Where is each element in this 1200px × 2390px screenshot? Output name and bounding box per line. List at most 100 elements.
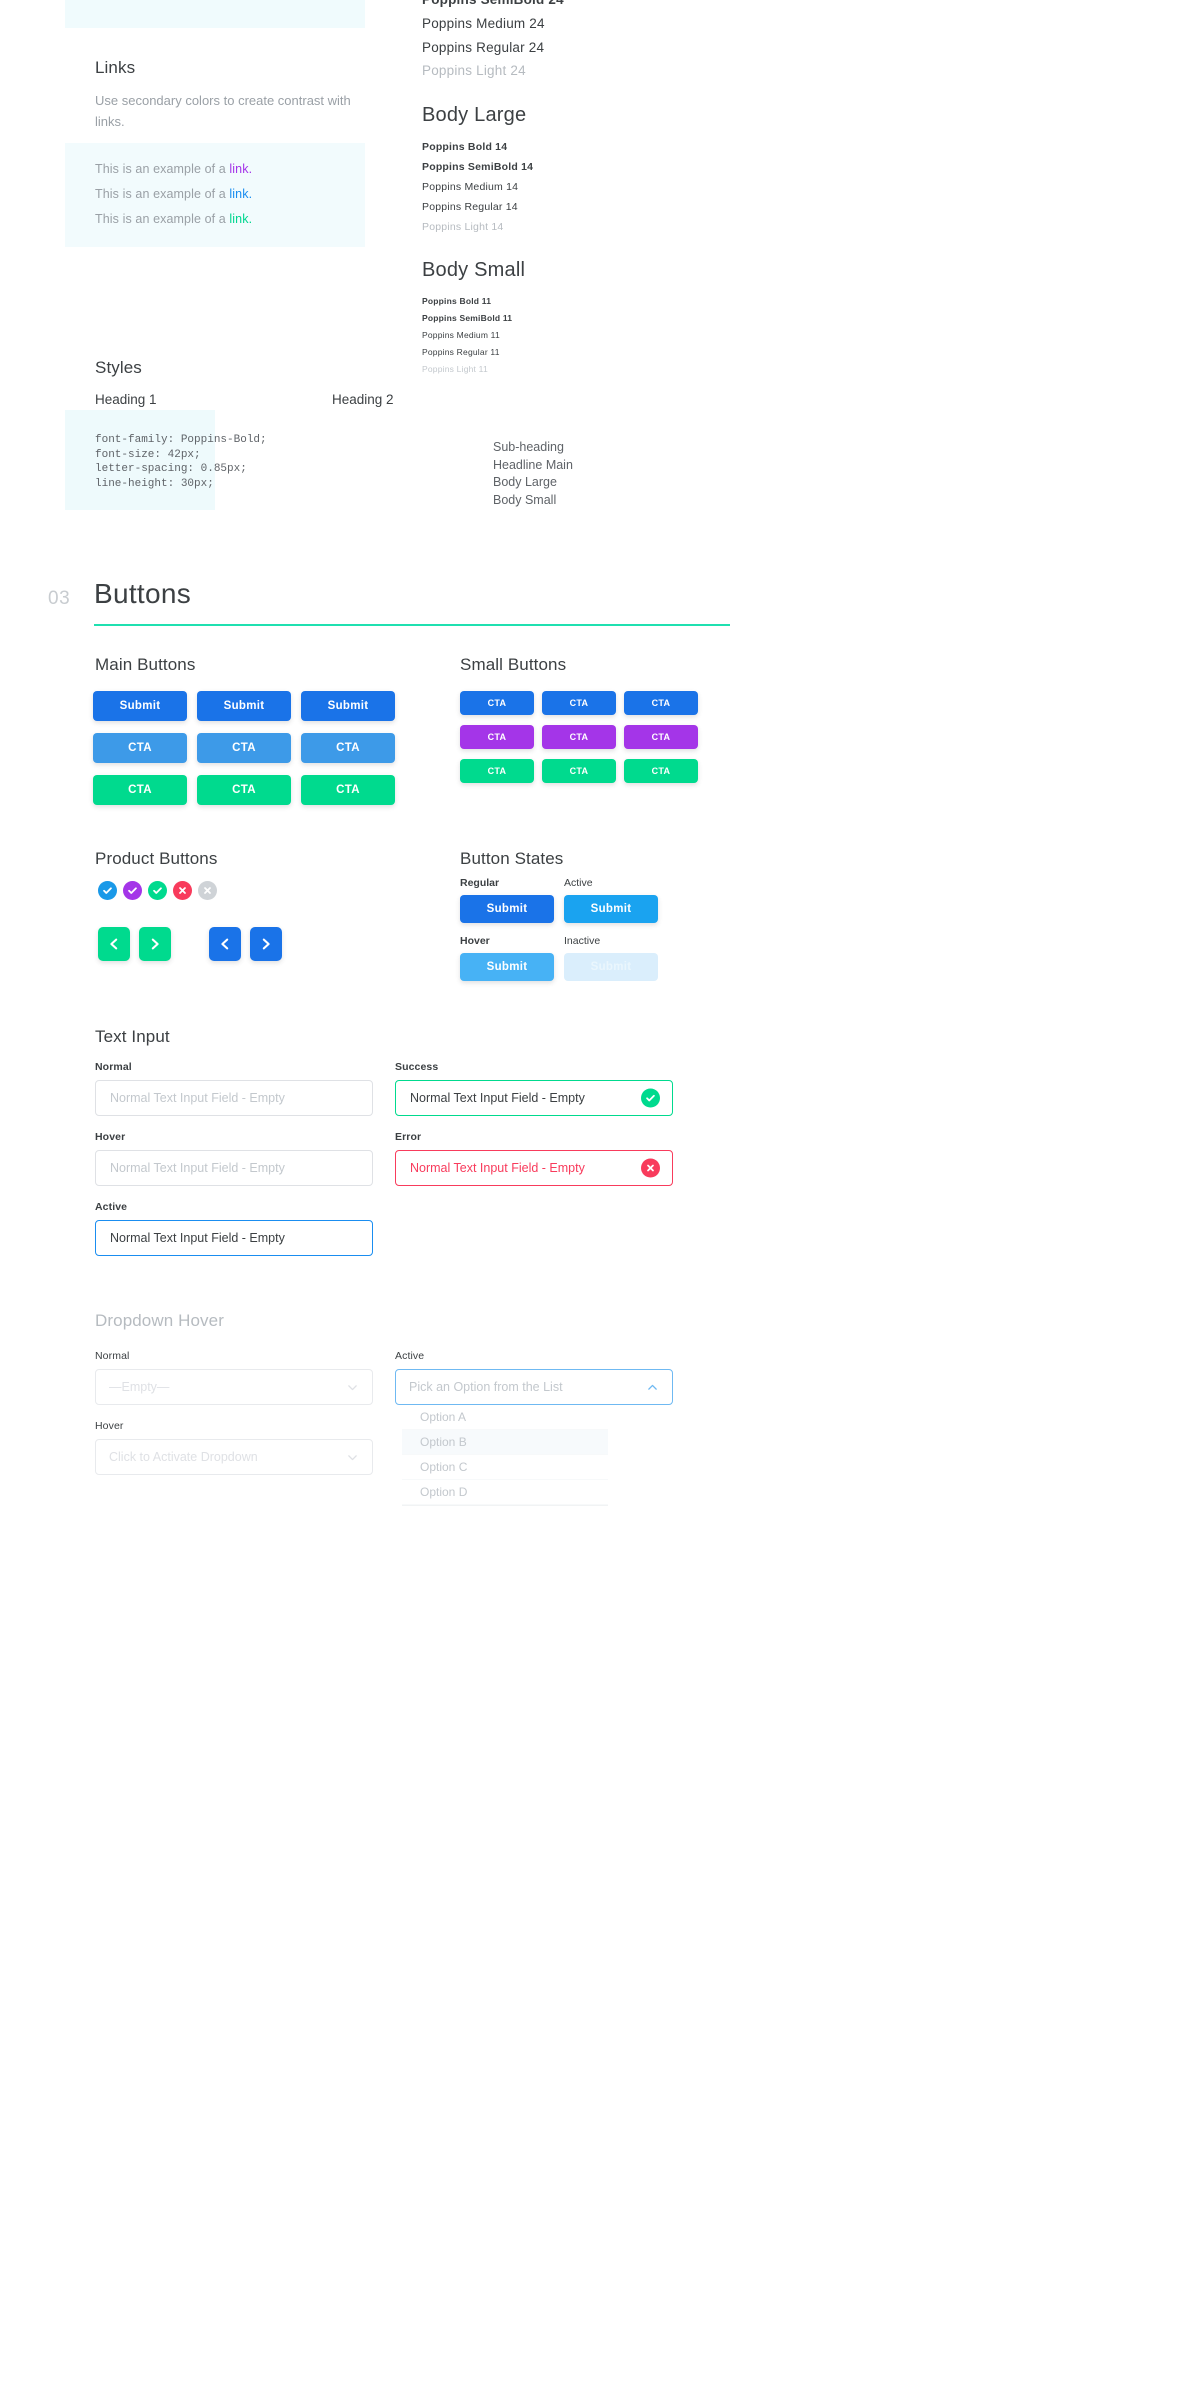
text-input-active[interactable]: Normal Text Input Field - Empty xyxy=(95,1220,373,1256)
check-circle-blue-icon[interactable] xyxy=(98,881,117,900)
dropdown-option[interactable]: Option C xyxy=(402,1455,608,1480)
main-buttons-title: Main Buttons xyxy=(95,655,196,674)
state-label-inactive: Inactive xyxy=(564,935,601,947)
x-circle-red-icon[interactable] xyxy=(173,881,192,900)
x-circle-gray-icon[interactable] xyxy=(198,881,217,900)
style-token-list: Sub-heading Headline Main Body Large Bod… xyxy=(493,440,573,507)
type-sample: Poppins Light 11 xyxy=(422,364,488,374)
check-circle-green-icon xyxy=(641,1088,660,1108)
heading2-label: Heading 2 xyxy=(332,392,394,407)
small-button-cta[interactable]: CTA xyxy=(624,691,698,715)
main-button-cta[interactable]: CTA xyxy=(197,733,291,763)
button-state-inactive: Inactive Submit xyxy=(564,935,658,981)
type-sample: Poppins Light 14 xyxy=(422,221,504,233)
dropdown-label-hover: Hover xyxy=(95,1420,124,1432)
text-input-hover[interactable]: Normal Text Input Field - Empty xyxy=(95,1150,373,1186)
dropdown-normal[interactable]: —Empty— xyxy=(95,1369,373,1405)
link-purple[interactable]: link. xyxy=(229,162,252,176)
field-group-hover: Hover Normal Text Input Field - Empty xyxy=(95,1131,373,1186)
dropdown-label-active: Active xyxy=(395,1350,425,1362)
link-example-row: This is an example of a link. xyxy=(95,212,252,226)
button-state-active: Active Submit xyxy=(564,877,658,923)
field-label-success: Success xyxy=(395,1061,439,1073)
chevron-down-icon xyxy=(348,1384,357,1390)
link-example-prefix: This is an example of a xyxy=(95,162,230,176)
chevron-left-blue-button[interactable] xyxy=(209,927,241,961)
small-button-cta[interactable]: CTA xyxy=(460,725,534,749)
chevron-right-green-button[interactable] xyxy=(139,927,171,961)
chevron-left-green-button[interactable] xyxy=(98,927,130,961)
main-button-submit[interactable]: Submit xyxy=(301,691,395,721)
product-icon-row xyxy=(98,881,217,900)
links-description: Use secondary colors to create contrast … xyxy=(95,93,351,129)
field-placeholder: Normal Text Input Field - Empty xyxy=(110,1161,285,1175)
text-input-error[interactable]: Normal Text Input Field - Empty xyxy=(395,1150,673,1186)
dropdown-option[interactable]: Option B xyxy=(402,1430,608,1455)
small-button-cta[interactable]: CTA xyxy=(460,759,534,783)
body-small-heading: Body Small xyxy=(422,259,526,281)
main-button-cta[interactable]: CTA xyxy=(301,733,395,763)
main-button-cta[interactable]: CTA xyxy=(197,775,291,805)
type-sample: Poppins Regular 14 xyxy=(422,201,518,213)
section-divider xyxy=(94,624,730,626)
state-button-regular[interactable]: Submit xyxy=(460,895,554,923)
small-button-cta[interactable]: CTA xyxy=(624,725,698,749)
heading1-label: Heading 1 xyxy=(95,392,157,407)
state-button-hover[interactable]: Submit xyxy=(460,953,554,981)
state-label-hover: Hover xyxy=(460,935,490,947)
check-circle-green-icon[interactable] xyxy=(148,881,167,900)
main-button-submit[interactable]: Submit xyxy=(197,691,291,721)
section-number: 03 xyxy=(48,588,71,609)
link-blue[interactable]: link. xyxy=(229,187,252,201)
button-state-hover: Hover Submit xyxy=(460,935,554,981)
type-sample: Poppins Medium 24 xyxy=(422,16,545,31)
main-button-submit[interactable]: Submit xyxy=(93,691,187,721)
small-buttons-title: Small Buttons xyxy=(460,655,567,674)
state-button-active[interactable]: Submit xyxy=(564,895,658,923)
dropdown-value: Click to Activate Dropdown xyxy=(109,1450,258,1464)
chevron-right-blue-button[interactable] xyxy=(250,927,282,961)
text-input-success[interactable]: Normal Text Input Field - Empty xyxy=(395,1080,673,1116)
type-sample: Poppins SemiBold 14 xyxy=(422,161,534,173)
dropdown-active[interactable]: Pick an Option from the List xyxy=(395,1369,673,1405)
dropdown-label-normal: Normal xyxy=(95,1350,130,1362)
dropdown-group-hover: Hover Click to Activate Dropdown xyxy=(95,1420,373,1475)
arrow-buttons-row xyxy=(98,927,282,961)
small-button-cta[interactable]: CTA xyxy=(542,725,616,749)
link-example-row: This is an example of a link. xyxy=(95,162,252,176)
main-button-cta[interactable]: CTA xyxy=(301,775,395,805)
dropdown-option[interactable]: Option D xyxy=(402,1480,608,1505)
body-large-heading: Body Large xyxy=(422,104,527,126)
state-button-inactive[interactable]: Submit xyxy=(564,953,658,981)
type-sample: Poppins SemiBold 24 xyxy=(422,0,752,7)
chevron-up-icon xyxy=(648,1384,657,1390)
link-example-prefix: This is an example of a xyxy=(95,212,230,226)
small-button-cta[interactable]: CTA xyxy=(624,759,698,783)
dropdown-group-active: Active Pick an Option from the List Opti… xyxy=(395,1350,673,1506)
link-green[interactable]: link. xyxy=(229,212,252,226)
link-example-prefix: This is an example of a xyxy=(95,187,230,201)
small-button-cta[interactable]: CTA xyxy=(542,759,616,783)
small-button-cta[interactable]: CTA xyxy=(460,691,534,715)
x-circle-red-icon xyxy=(641,1158,660,1178)
state-label-regular: Regular xyxy=(460,877,500,889)
typography-column: Poppins SemiBold 24 Poppins Medium 24 Po… xyxy=(422,0,752,381)
main-button-cta[interactable]: CTA xyxy=(93,733,187,763)
button-state-regular: Regular Submit xyxy=(460,877,554,923)
main-buttons-grid: Submit Submit Submit CTA CTA CTA CTA CTA… xyxy=(93,691,395,805)
dropdown-hover[interactable]: Click to Activate Dropdown xyxy=(95,1439,373,1475)
links-example-box: This is an example of a link. This is an… xyxy=(65,143,365,247)
main-button-cta[interactable]: CTA xyxy=(93,775,187,805)
check-circle-purple-icon[interactable] xyxy=(123,881,142,900)
field-placeholder: Normal Text Input Field - Empty xyxy=(110,1091,285,1105)
dropdown-group-normal: Normal —Empty— xyxy=(95,1350,373,1405)
dropdown-option[interactable]: Option A xyxy=(402,1405,608,1430)
type-sample: Poppins Regular 24 xyxy=(422,39,545,55)
small-button-cta[interactable]: CTA xyxy=(542,691,616,715)
button-states-title: Button States xyxy=(460,849,564,868)
field-group-error: Error Normal Text Input Field - Empty xyxy=(395,1131,673,1186)
dropdown-value: Pick an Option from the List xyxy=(409,1380,563,1394)
section-title: Buttons xyxy=(94,578,192,609)
text-input-normal[interactable]: Normal Text Input Field - Empty xyxy=(95,1080,373,1116)
product-buttons-title: Product Buttons xyxy=(95,849,218,868)
